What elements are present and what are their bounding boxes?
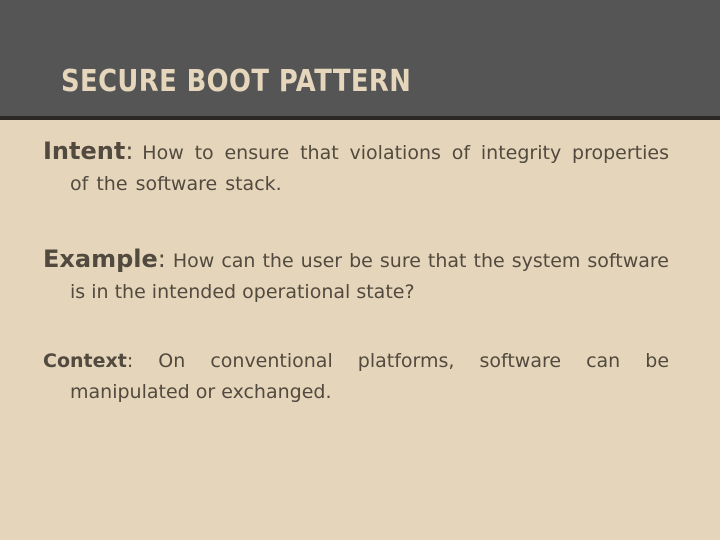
intent-label: Intent	[43, 137, 126, 165]
header-divider	[0, 116, 720, 120]
intent-separator: :	[125, 137, 134, 165]
context-label: Context	[43, 350, 127, 372]
slide-body: Intent: How to ensure that violations of…	[43, 136, 669, 408]
intent-text: How to ensure that violations of integri…	[70, 142, 669, 195]
slide-title: SECURE BOOT PATTERN	[61, 64, 412, 99]
example-separator: :	[157, 245, 166, 273]
slide-header: SECURE BOOT PATTERN	[0, 0, 720, 116]
example-label: Example	[43, 245, 158, 273]
example-paragraph: Example: How can the user be sure that t…	[43, 244, 669, 308]
intent-paragraph: Intent: How to ensure that violations of…	[43, 136, 669, 200]
context-paragraph: Context: On conventional platforms, soft…	[43, 346, 669, 408]
context-text: On conventional platforms, software can …	[70, 350, 670, 403]
context-separator: :	[126, 350, 134, 372]
